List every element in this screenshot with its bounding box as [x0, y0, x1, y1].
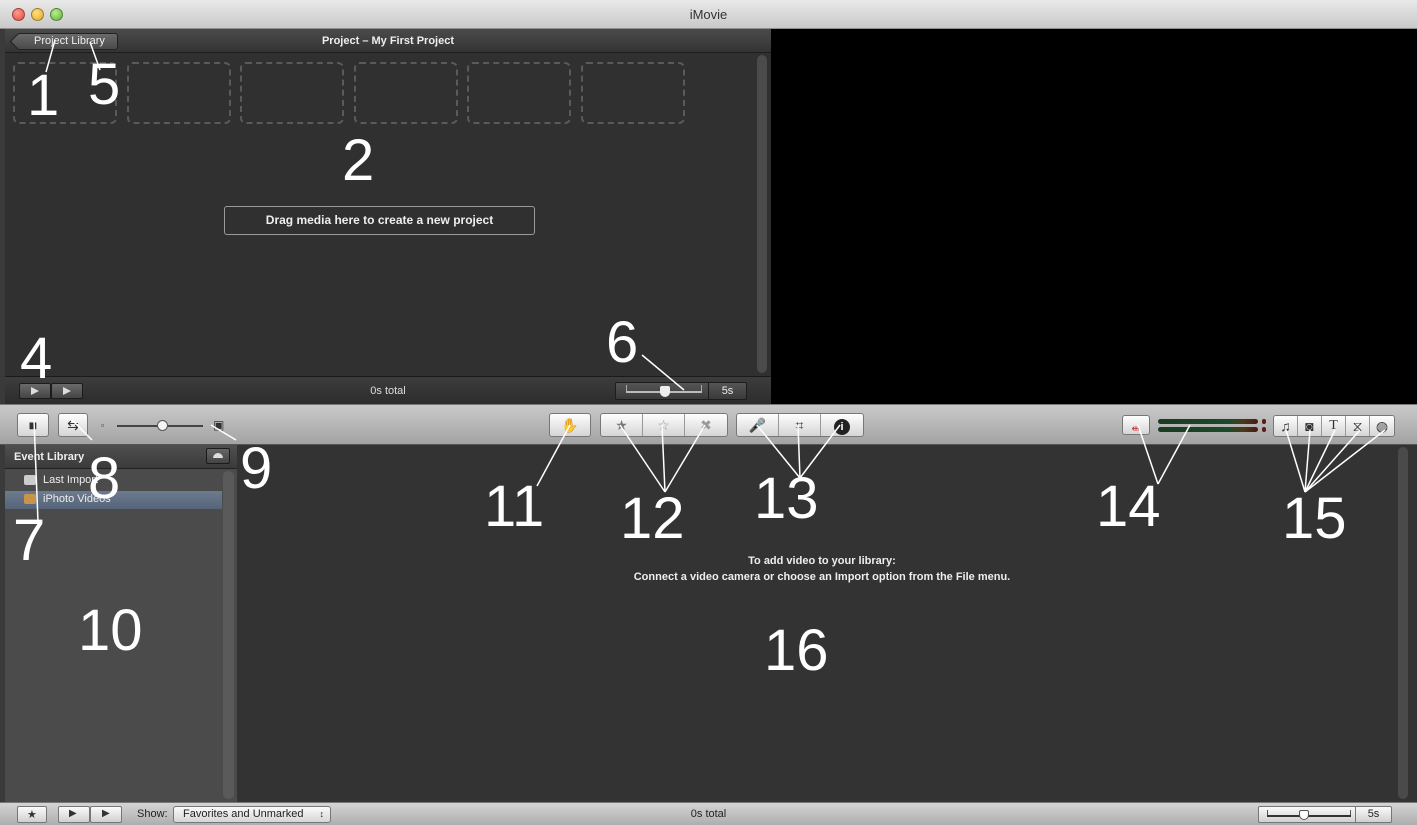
thumbnail-slider-knob[interactable]	[157, 420, 168, 431]
event-browser-scrollbar[interactable]	[1398, 447, 1408, 799]
project-header: Project Library Project – My First Proje…	[5, 29, 771, 53]
unmark-button[interactable]: ☆	[643, 414, 685, 436]
hand-tool-button[interactable]: ✋	[549, 413, 591, 437]
crop-button[interactable]: ⌗	[779, 414, 821, 436]
maps-browser-button[interactable]: ◍	[1370, 416, 1394, 436]
reject-button[interactable]: ✖	[685, 414, 727, 436]
photo-browser-button[interactable]: ◙	[1298, 416, 1322, 436]
thumb-large-icon: ▣	[213, 418, 225, 432]
empty-library-message-body: Connect a video camera or choose an Impo…	[633, 571, 1011, 583]
callout-number: 3	[1070, 184, 1103, 249]
callout-number: 5	[88, 52, 121, 117]
callout-number: 2	[342, 128, 375, 193]
audio-peak-right	[1262, 427, 1266, 432]
music-browser-button[interactable]: ♫	[1274, 416, 1298, 436]
project-slot	[354, 62, 458, 124]
iphoto-icon	[24, 494, 36, 504]
callout-number: 13	[754, 466, 819, 531]
info-icon: i	[834, 419, 850, 435]
callout-number: 14	[1096, 474, 1161, 539]
zoom-duration-label: 5s	[708, 383, 746, 399]
zoom-slider-knob[interactable]	[660, 386, 670, 397]
crop-icon: ⌗	[795, 417, 804, 433]
star-filled-icon: ★	[615, 417, 628, 433]
camera-import-button[interactable]: ■	[17, 413, 49, 437]
thumbnail-size-slider[interactable]	[117, 420, 203, 431]
eject-button[interactable]	[206, 448, 230, 464]
project-footer: 0s total 5s	[5, 376, 771, 404]
transitions-browser-button[interactable]: ⧖	[1346, 416, 1370, 436]
microphone-icon: 🎤	[748, 417, 767, 433]
audio-skimming-button[interactable]: ⇹	[1122, 415, 1150, 435]
window-title: iMovie	[689, 7, 728, 22]
swap-events-projects-button[interactable]: ⇆	[58, 413, 88, 437]
main-toolbar: ■ ⇆ ▫ ▣ ✋ ★ ☆ ✖ 🎤 ⌗ i ⇹ ♫ ◙ T ⧖ ◍	[0, 404, 1417, 445]
events-total-duration: 0s total	[690, 808, 727, 820]
music-note-icon: ♫	[1280, 418, 1291, 434]
transition-icon: ⧖	[1352, 418, 1363, 434]
browser-button-group: ♫ ◙ T ⧖ ◍	[1273, 415, 1395, 437]
film-roll-icon	[24, 475, 36, 485]
callout-number: 8	[88, 446, 121, 511]
project-zoom-control[interactable]: 5s	[615, 382, 747, 400]
drag-media-message: Drag media here to create a new project	[224, 206, 535, 235]
callout-number: 10	[78, 598, 143, 663]
project-scrollbar[interactable]	[757, 55, 767, 373]
x-icon: ✖	[700, 417, 712, 433]
project-slot	[240, 62, 344, 124]
audio-skim-icon: ⇹	[1131, 423, 1141, 435]
audio-level-left	[1158, 419, 1258, 424]
callout-number: 6	[606, 310, 639, 375]
audio-level-meter	[1158, 417, 1268, 433]
globe-icon: ◍	[1375, 418, 1389, 434]
audio-peak-left	[1262, 419, 1266, 424]
callout-number: 7	[13, 508, 46, 573]
hand-icon: ✋	[561, 417, 579, 433]
zoom-slider-knob[interactable]	[1299, 810, 1309, 820]
callout-number: 11	[484, 474, 545, 539]
thumb-small-icon: ▫	[101, 420, 105, 430]
event-library-header: Event Library	[5, 445, 237, 469]
zoom-track	[1267, 815, 1351, 817]
empty-library-message-title: To add video to your library:	[748, 555, 896, 567]
callout-number: 9	[240, 436, 273, 501]
project-slot	[467, 62, 571, 124]
titles-browser-button[interactable]: T	[1322, 416, 1346, 436]
callout-number: 12	[620, 486, 685, 551]
callout-number: 15	[1282, 486, 1347, 551]
mark-favorite-button[interactable]: ★	[601, 414, 643, 436]
voiceover-button[interactable]: 🎤	[737, 414, 779, 436]
callout-number: 4	[20, 326, 53, 391]
event-library-title: Event Library	[14, 451, 85, 463]
callout-number: 1	[27, 63, 60, 128]
swap-icon: ⇆	[67, 417, 79, 433]
bottom-status-bar: ★ ▶ ▶ Show: Favorites and Unmarked ↕ 0s …	[0, 802, 1417, 825]
star-outline-icon: ☆	[657, 417, 670, 433]
event-library-scrollbar[interactable]	[223, 471, 234, 799]
inspector-button[interactable]: i	[821, 414, 863, 436]
tools-button-group: 🎤 ⌗ i	[736, 413, 864, 437]
project-title: Project – My First Project	[321, 35, 455, 47]
audio-level-right	[1158, 427, 1258, 432]
camera-icon: ■	[28, 417, 38, 433]
project-slot	[127, 62, 231, 124]
title-t-icon: T	[1329, 418, 1338, 433]
eject-icon	[213, 453, 223, 458]
callout-number: 16	[764, 618, 829, 683]
window-title-bar: iMovie	[0, 0, 1417, 29]
rating-button-group: ★ ☆ ✖	[600, 413, 728, 437]
zoom-duration-label: 5s	[1355, 807, 1391, 822]
events-zoom-control[interactable]: 5s	[1258, 806, 1392, 823]
photo-camera-icon: ◙	[1305, 418, 1314, 434]
project-slot	[581, 62, 685, 124]
